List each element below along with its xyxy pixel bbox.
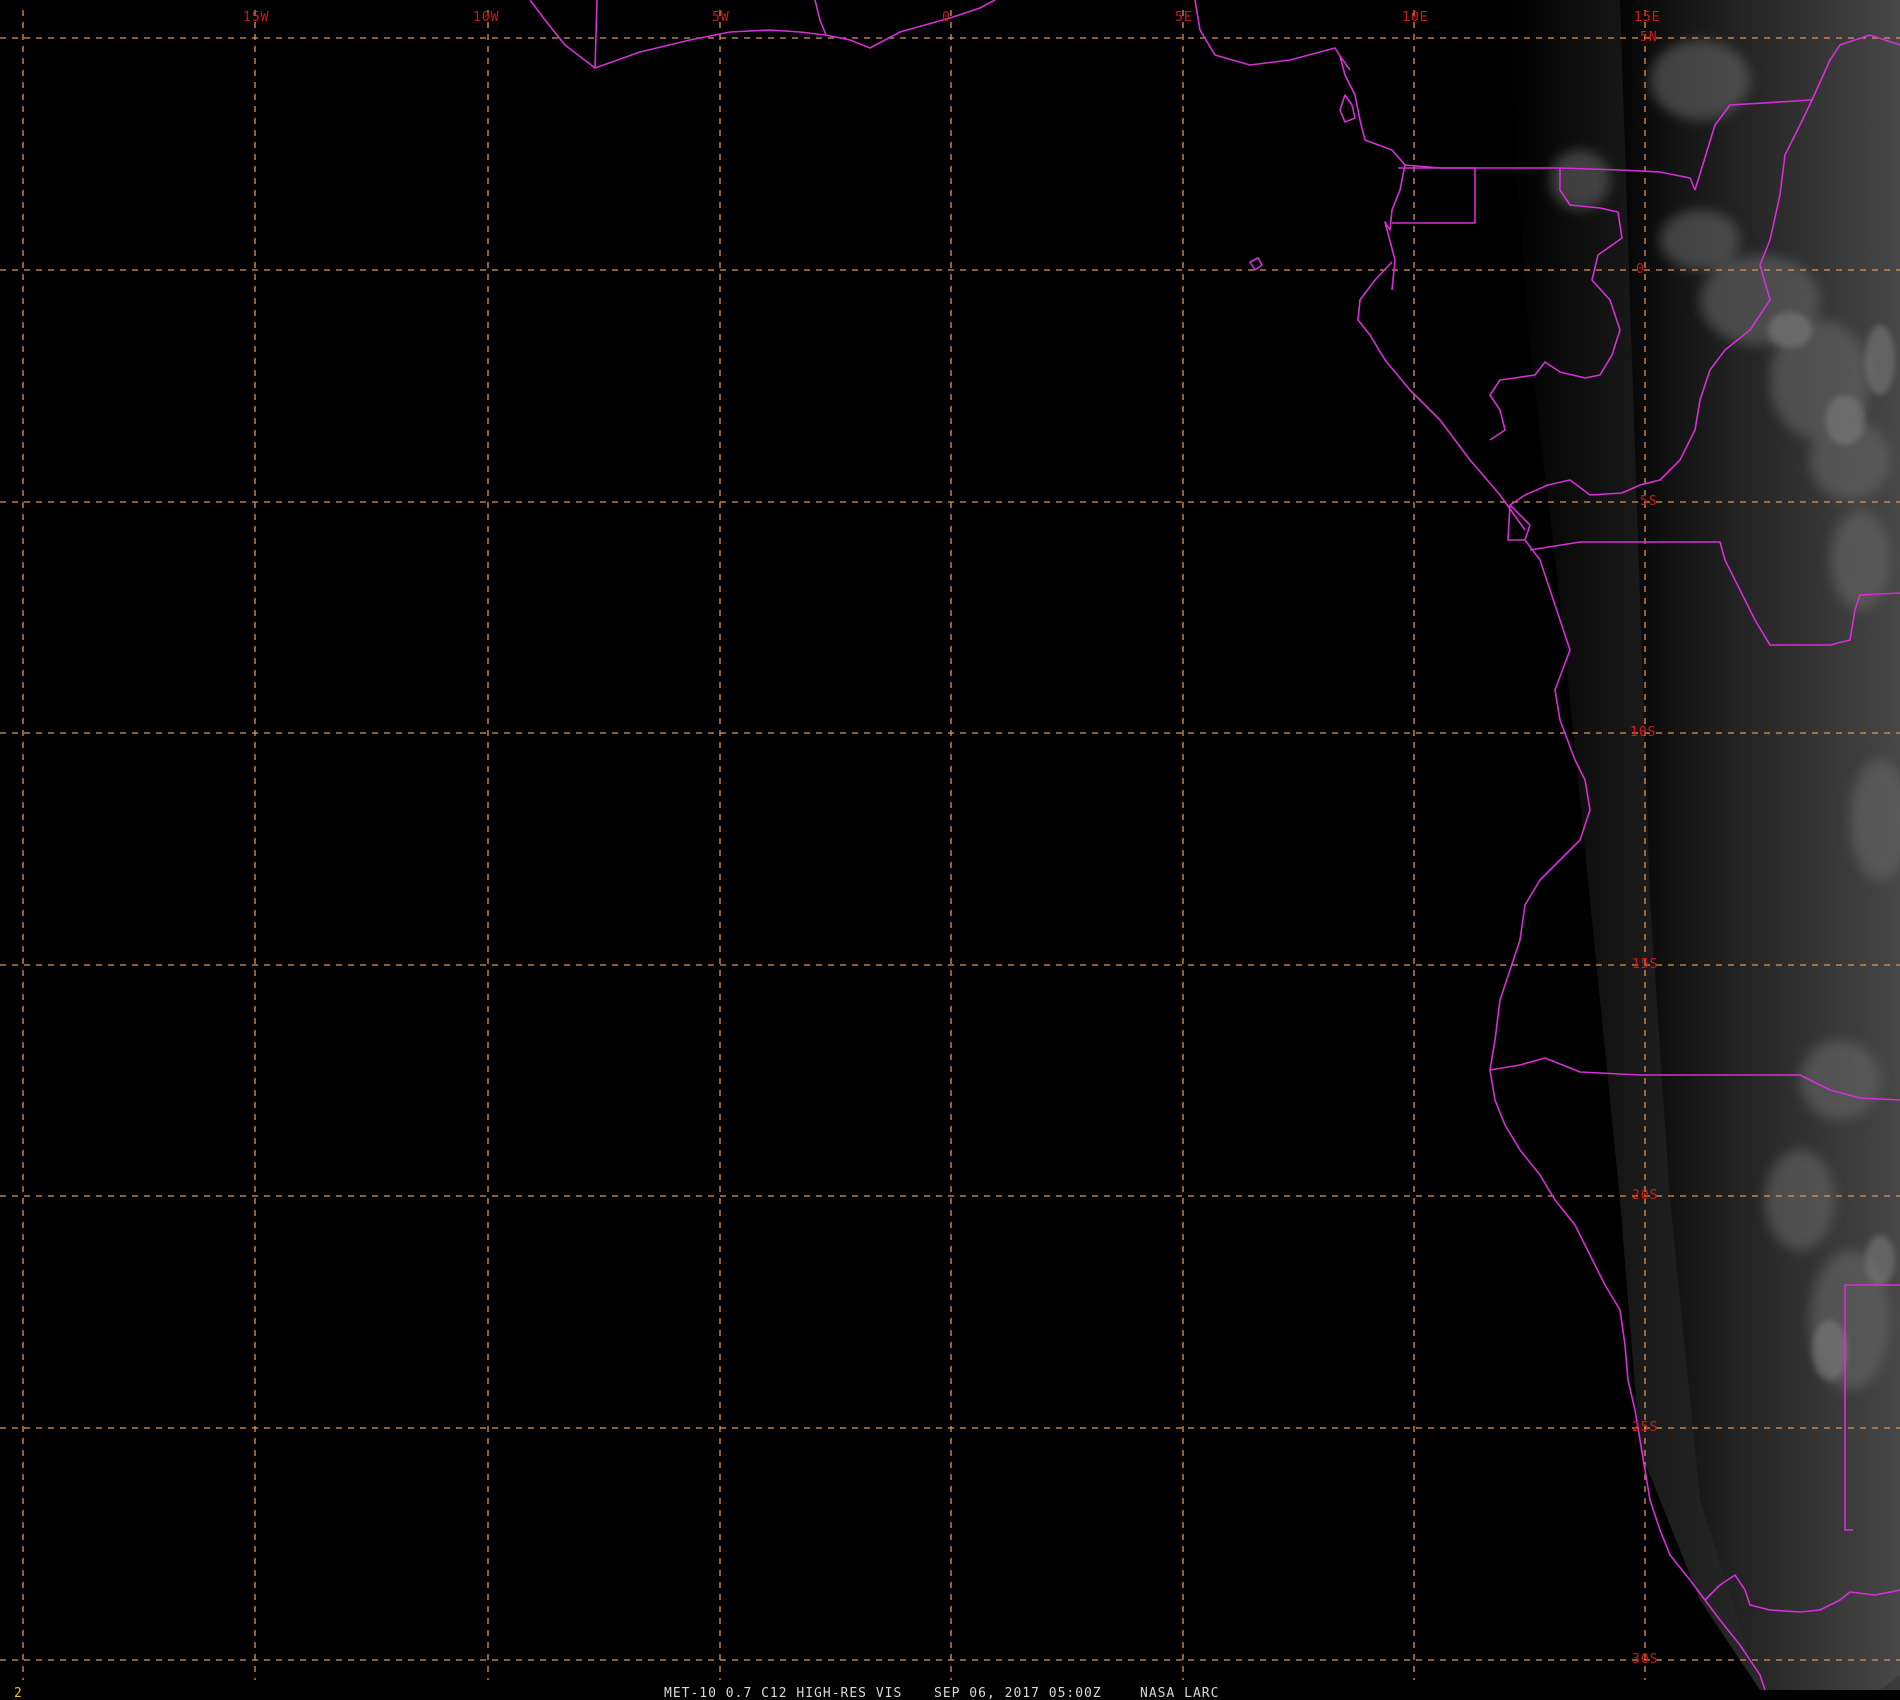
lat-label-15s: 15S	[1632, 957, 1658, 972]
lat-label-5n: 5N	[1640, 30, 1658, 45]
satellite-map: 15W 10W 5W 0 5E 10E 15E 5N 0 5S 10S 15S …	[0, 0, 1900, 1700]
lon-label-10w: 10W	[473, 10, 499, 25]
lon-label-10e: 10E	[1402, 10, 1428, 25]
lon-label-0: 0	[942, 10, 951, 25]
lon-label-15w: 15W	[243, 10, 269, 25]
lat-label-30s: 30S	[1632, 1652, 1658, 1667]
lat-label-5s: 5S	[1640, 494, 1658, 509]
lat-label-25s: 25S	[1632, 1420, 1658, 1435]
lat-label-10s: 10S	[1630, 725, 1656, 740]
lat-label-0: 0	[1636, 262, 1645, 277]
lon-label-5w: 5W	[712, 10, 730, 25]
lat-label-20s: 20S	[1632, 1188, 1658, 1203]
lon-label-5e: 5E	[1175, 10, 1193, 25]
datetime-caption: SEP 06, 2017 05:00Z	[934, 1686, 1102, 1700]
frame-number: 2	[14, 1686, 22, 1700]
source-caption: NASA LARC	[1140, 1686, 1219, 1700]
product-caption: MET-10 0.7 C12 HIGH-RES VIS	[664, 1686, 902, 1700]
lon-label-15e: 15E	[1634, 10, 1660, 25]
